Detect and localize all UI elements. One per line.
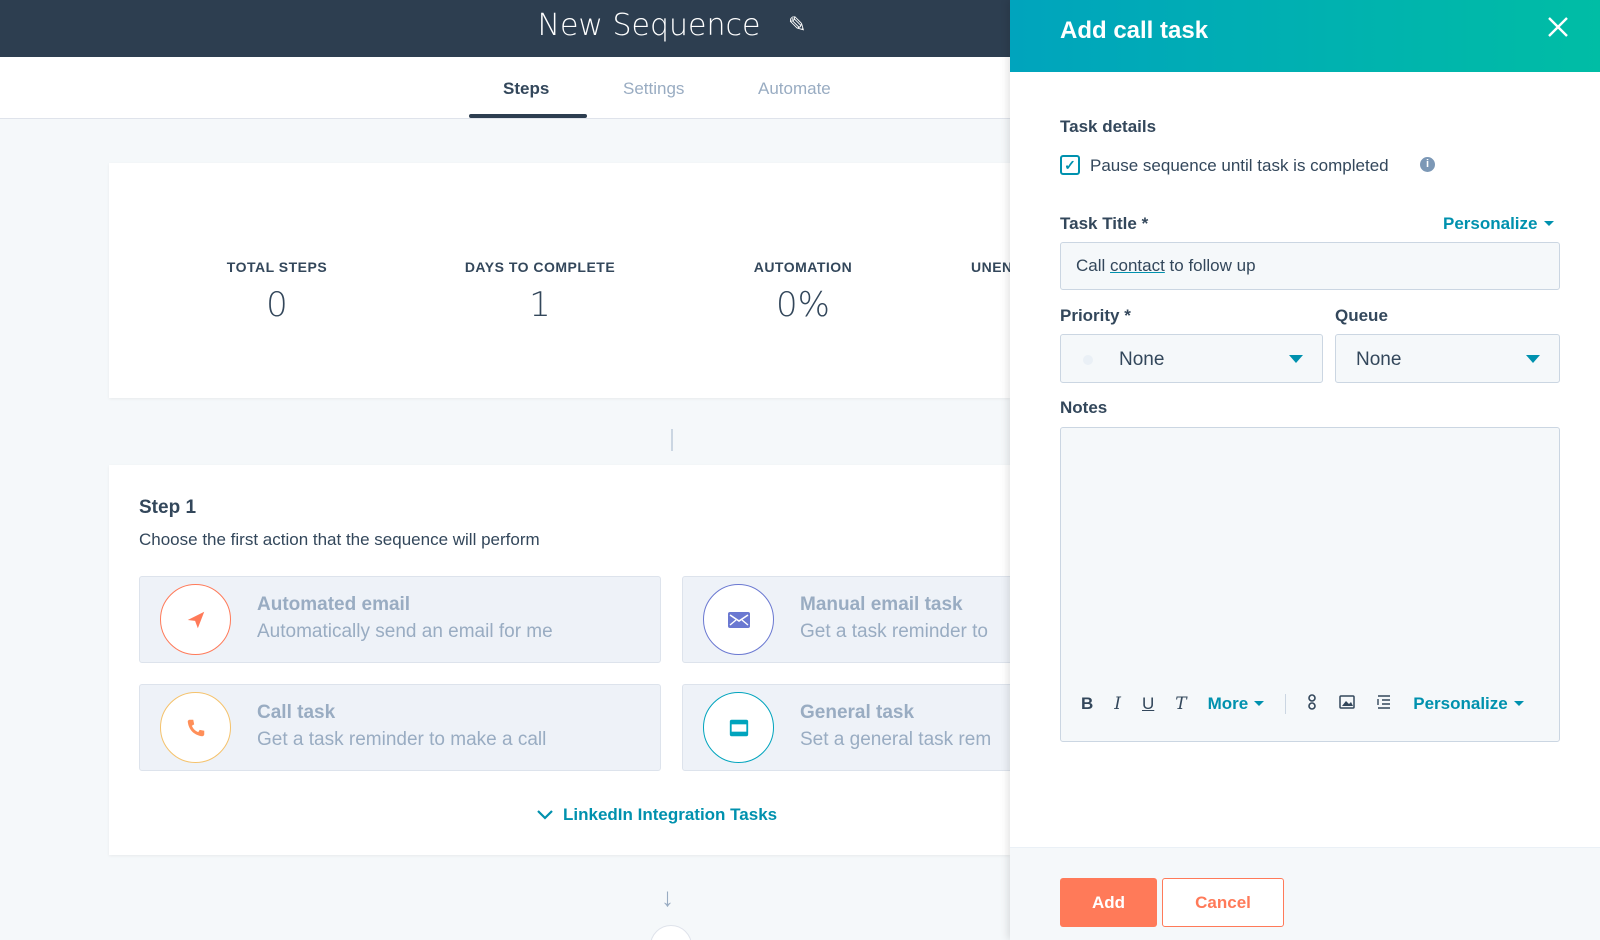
image-icon[interactable] — [1339, 694, 1355, 714]
action-call-task[interactable]: Call task Get a task reminder to make a … — [139, 684, 661, 771]
add-step-bubble[interactable] — [650, 925, 692, 940]
queue-select[interactable]: None — [1335, 334, 1560, 383]
caret-down-icon — [1254, 701, 1265, 706]
priority-dot-icon — [1083, 355, 1093, 365]
tab-steps[interactable]: Steps — [503, 79, 549, 99]
active-tab-indicator — [469, 114, 587, 118]
action-manual-email-task[interactable]: Manual email task Get a task reminder to — [682, 576, 1010, 663]
dropdown-caret-icon — [1526, 355, 1540, 363]
more-dropdown[interactable]: More — [1208, 694, 1265, 714]
action-title: Automated email — [257, 594, 411, 615]
close-icon[interactable] — [1547, 14, 1569, 44]
insert-list-icon[interactable] — [1376, 694, 1392, 715]
task-details-label: Task details — [1060, 117, 1157, 136]
underline-button[interactable]: U — [1142, 694, 1154, 714]
personalize-label: Personalize — [1443, 214, 1538, 233]
step-description: Choose the first action that the sequenc… — [139, 530, 540, 549]
personalize-dropdown-top[interactable]: Personalize — [1443, 214, 1554, 234]
sequence-tabs: Steps Settings Automate — [0, 57, 1010, 119]
tab-settings[interactable]: Settings — [623, 79, 684, 99]
tab-automate[interactable]: Automate — [758, 79, 831, 99]
action-title: General task — [800, 702, 915, 723]
stat-value: 0% — [776, 285, 830, 325]
action-automated-email[interactable]: Automated email Automatically send an em… — [139, 576, 661, 663]
action-general-task[interactable]: General task Set a general task rem — [682, 684, 1010, 771]
personalize-label: Personalize — [1413, 694, 1508, 713]
stat-total-steps: TOTAL STEPS 0 — [157, 259, 397, 325]
caret-down-icon — [1513, 701, 1524, 706]
step-connector-line — [671, 429, 673, 451]
send-icon — [160, 584, 231, 655]
queue-value: None — [1356, 349, 1402, 370]
info-icon[interactable]: i — [1420, 157, 1435, 172]
stat-label: AUTOMATION — [753, 259, 853, 275]
notes-label: Notes — [1060, 398, 1108, 417]
stat-label: DAYS TO COMPLETE — [464, 259, 616, 275]
stat-label: TOTAL STEPS — [226, 259, 328, 275]
task-title-text: Call — [1076, 256, 1111, 275]
toolbar-divider — [1285, 694, 1287, 714]
dropdown-caret-icon — [1289, 355, 1303, 363]
queue-label: Queue — [1335, 306, 1388, 325]
action-subtitle: Set a general task rem — [800, 729, 992, 750]
add-button[interactable]: Add — [1060, 878, 1157, 927]
contact-token[interactable]: contact — [1110, 256, 1165, 275]
envelope-icon — [703, 584, 774, 655]
caret-down-icon — [1543, 221, 1554, 226]
pause-sequence-checkbox[interactable]: ✓ — [1060, 155, 1080, 175]
task-title-label: Task Title * — [1060, 214, 1149, 233]
notes-editor[interactable]: B I U T More Personalize — [1060, 427, 1560, 742]
arrow-down-icon: ↓ — [661, 882, 674, 912]
linkedin-integration-tasks-toggle[interactable]: LinkedIn Integration Tasks — [537, 805, 777, 825]
personalize-dropdown-notes[interactable]: Personalize — [1413, 694, 1524, 714]
priority-label: Priority * — [1060, 306, 1131, 325]
panel-header: Add call task — [1010, 0, 1600, 72]
chevron-down-icon — [537, 807, 553, 823]
task-title-input[interactable]: Call contact to follow up — [1060, 242, 1560, 290]
panel-footer: Add Cancel — [1010, 847, 1600, 940]
action-title: Manual email task — [800, 594, 963, 615]
action-subtitle: Get a task reminder to — [800, 621, 988, 642]
stat-value: 1 — [529, 285, 551, 325]
more-label: More — [1207, 694, 1249, 713]
link-icon[interactable] — [1306, 693, 1318, 715]
add-call-task-panel: Add call task Task details ✓ Pause seque… — [1010, 0, 1600, 940]
step-title: Step 1 — [139, 497, 197, 518]
sequence-stats-card: TOTAL STEPS 0 DAYS TO COMPLETE 1 AUTOMAT… — [109, 163, 1013, 398]
task-title-text-rest: to follow up — [1164, 256, 1256, 275]
stat-automation: AUTOMATION 0% — [683, 259, 923, 325]
phone-icon — [160, 692, 231, 763]
stat-days-to-complete: DAYS TO COMPLETE 1 — [420, 259, 660, 325]
italic-button[interactable]: I — [1114, 694, 1121, 714]
pause-sequence-label: Pause sequence until task is completed — [1090, 156, 1389, 175]
calendar-icon — [703, 692, 774, 763]
panel-title: Add call task — [1060, 17, 1209, 44]
sequence-title-text: New Sequence — [537, 8, 761, 43]
priority-value: None — [1119, 349, 1165, 370]
step-card: Step 1 Choose the first action that the … — [109, 465, 1010, 855]
bold-button[interactable]: B — [1081, 694, 1093, 714]
pencil-icon[interactable]: ✎ — [788, 13, 806, 38]
action-subtitle: Automatically send an email for me — [257, 621, 553, 642]
stat-value: 0 — [266, 285, 288, 325]
cancel-button[interactable]: Cancel — [1162, 878, 1284, 927]
notes-toolbar: B I U T More Personalize — [1081, 689, 1545, 719]
action-subtitle: Get a task reminder to make a call — [257, 729, 547, 750]
linkedin-label: LinkedIn Integration Tasks — [563, 805, 778, 824]
stat-unenrolled-label: UNEN — [971, 259, 1013, 275]
clear-format-button[interactable]: T — [1175, 694, 1186, 714]
action-title: Call task — [257, 702, 336, 723]
priority-select[interactable]: None — [1060, 334, 1323, 383]
